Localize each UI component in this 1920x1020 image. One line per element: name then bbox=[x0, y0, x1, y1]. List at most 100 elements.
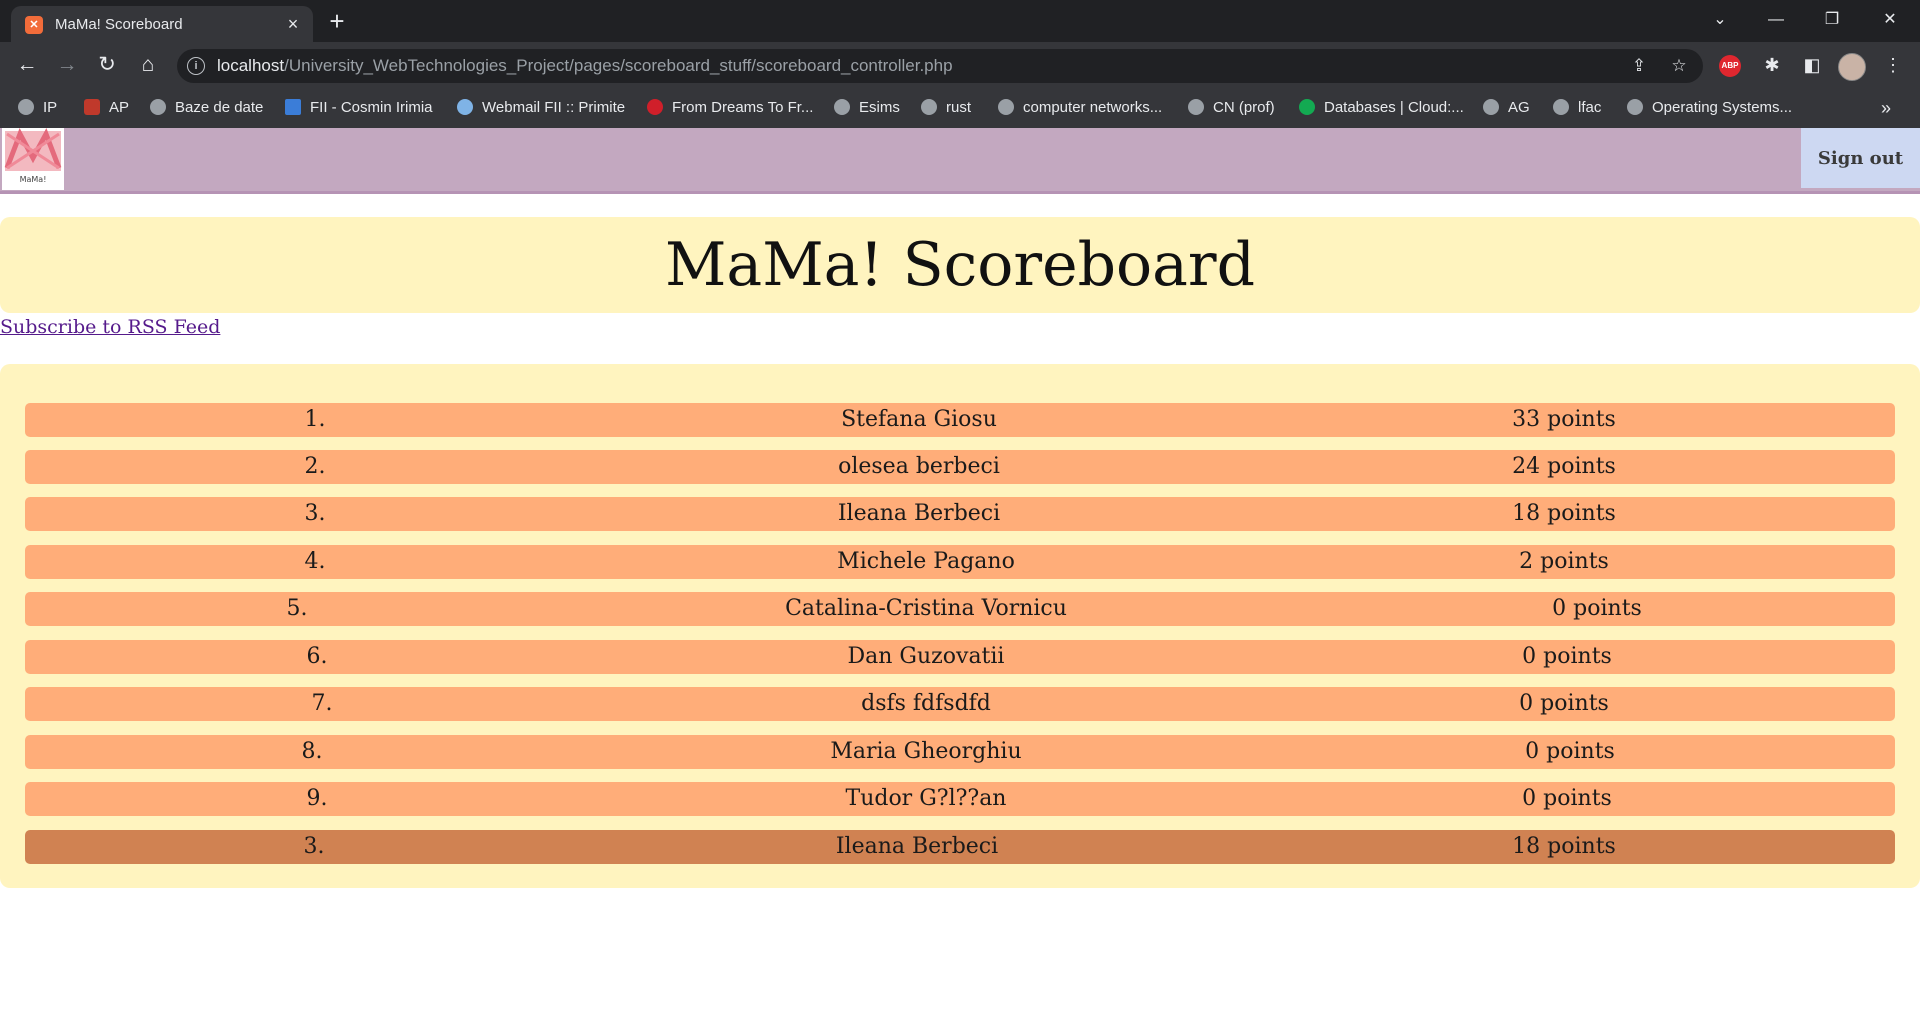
player-name: Ileana Berbeci bbox=[835, 834, 999, 859]
globe-icon bbox=[921, 99, 937, 115]
globe-icon bbox=[998, 99, 1014, 115]
scoreboard-row: 5. Catalina-Cristina Vornicu 0 points bbox=[25, 592, 1895, 626]
close-window-icon[interactable]: ✕ bbox=[1870, 5, 1910, 35]
rank: 3. bbox=[303, 834, 325, 859]
rank: 8. bbox=[301, 739, 323, 764]
bookmark-item[interactable]: Webmail FII :: Primite bbox=[457, 97, 625, 119]
bookmark-item[interactable]: FII - Cosmin Irimia bbox=[285, 97, 433, 119]
site-header: MaMa! Sign out bbox=[0, 128, 1920, 194]
bookmark-label: From Dreams To Fr... bbox=[672, 99, 814, 116]
bookmark-item[interactable]: From Dreams To Fr... bbox=[647, 97, 813, 119]
player-name: Dan Guzovatii bbox=[847, 644, 1005, 669]
player-name: Ileana Berbeci bbox=[837, 501, 1001, 526]
minimize-icon[interactable]: — bbox=[1756, 5, 1796, 35]
bookmark-item[interactable]: Operating Systems... bbox=[1627, 97, 1792, 119]
url-host: localhost bbox=[217, 56, 285, 75]
bookmark-label: AG bbox=[1508, 99, 1530, 116]
player-name: Stefana Giosu bbox=[841, 407, 997, 432]
mail-icon bbox=[457, 99, 473, 115]
home-icon[interactable]: ⌂ bbox=[133, 50, 163, 80]
rank: 6. bbox=[306, 644, 328, 669]
rank: 7. bbox=[311, 691, 333, 716]
scoreboard-row: 3. Ileana Berbeci 18 points bbox=[25, 497, 1895, 531]
rank: 4. bbox=[304, 549, 326, 574]
globe-icon bbox=[150, 99, 166, 115]
xampp-favicon-icon: ✕ bbox=[25, 16, 43, 34]
scoreboard-row: 1. Stefana Giosu 33 points bbox=[25, 403, 1895, 437]
browser-menu-icon[interactable]: ⋮ bbox=[1881, 53, 1905, 77]
rss-feed-link[interactable]: Subscribe to RSS Feed bbox=[0, 316, 220, 338]
close-tab-icon[interactable]: × bbox=[281, 12, 305, 36]
points: 33 points bbox=[1512, 407, 1616, 432]
bookmark-label: Esims bbox=[859, 99, 900, 116]
globe-icon bbox=[1483, 99, 1499, 115]
extensions-puzzle-icon[interactable]: ✱ bbox=[1760, 53, 1784, 77]
player-name: Tudor G?l??an bbox=[845, 786, 1007, 811]
points: 18 points bbox=[1512, 501, 1616, 526]
bookmark-label: Databases | Cloud:... bbox=[1324, 99, 1464, 116]
new-tab-icon[interactable]: + bbox=[324, 8, 350, 34]
tab-search-chevron-icon[interactable]: ⌄ bbox=[1700, 5, 1740, 35]
bookmark-label: FII - Cosmin Irimia bbox=[310, 99, 433, 116]
bookmark-label: rust bbox=[946, 99, 972, 116]
site-icon bbox=[647, 99, 663, 115]
bookmark-item[interactable]: CN (prof) bbox=[1188, 97, 1275, 119]
bookmark-star-icon[interactable]: ☆ bbox=[1667, 54, 1691, 78]
bookmark-item[interactable]: AG bbox=[1483, 97, 1530, 119]
browser-tab[interactable]: ✕ MaMa! Scoreboard × bbox=[11, 6, 313, 42]
bookmark-label: computer networks... bbox=[1023, 99, 1163, 116]
bookmark-item[interactable]: computer networks... bbox=[998, 97, 1162, 119]
adblock-plus-icon[interactable]: ABP bbox=[1719, 55, 1741, 77]
globe-icon bbox=[834, 99, 850, 115]
mama-logo[interactable]: MaMa! bbox=[2, 128, 64, 190]
page-content: MaMa! Sign out MaMa! Scoreboard Subscrib… bbox=[0, 128, 1920, 1020]
browser-toolbar: ← → ↻ ⌂ i localhost/University_WebTechno… bbox=[0, 42, 1920, 88]
bookmark-label: Baze de date bbox=[175, 99, 264, 116]
points: 18 points bbox=[1512, 834, 1616, 859]
profile-avatar[interactable] bbox=[1838, 53, 1866, 81]
bookmark-item[interactable]: Esims bbox=[834, 97, 900, 119]
url-text[interactable]: localhost/University_WebTechnologies_Pro… bbox=[217, 56, 953, 76]
player-name: Catalina-Cristina Vornicu bbox=[785, 596, 1067, 621]
points: 24 points bbox=[1512, 454, 1616, 479]
reload-icon[interactable]: ↻ bbox=[92, 50, 122, 80]
scoreboard-row: 4. Michele Pagano 2 points bbox=[25, 545, 1895, 579]
share-icon[interactable]: ⇪ bbox=[1627, 54, 1651, 78]
player-name: Michele Pagano bbox=[837, 549, 1015, 574]
logo-graphic: MaMa! bbox=[4, 128, 62, 184]
scoreboard-row: 7. dsfs fdfsdfd 0 points bbox=[25, 687, 1895, 721]
bookmark-label: Operating Systems... bbox=[1652, 99, 1793, 116]
bookmark-item[interactable]: rust bbox=[921, 97, 971, 119]
points: 0 points bbox=[1552, 596, 1642, 621]
bookmark-label: Webmail FII :: Primite bbox=[482, 99, 626, 116]
bookmark-item[interactable]: AP bbox=[84, 97, 129, 119]
rank: 2. bbox=[304, 454, 326, 479]
scoreboard-row: 2. olesea berbeci 24 points bbox=[25, 450, 1895, 484]
scoreboard-row: 6. Dan Guzovatii 0 points bbox=[25, 640, 1895, 674]
scoreboard-row: 9. Tudor G?l??an 0 points bbox=[25, 782, 1895, 816]
leaf-icon bbox=[1299, 99, 1315, 115]
back-arrow-icon[interactable]: ← bbox=[12, 50, 42, 80]
rank: 3. bbox=[304, 501, 326, 526]
address-bar[interactable]: i localhost/University_WebTechnologies_P… bbox=[177, 49, 1703, 83]
logo-text: MaMa! bbox=[20, 175, 47, 184]
bookmark-item[interactable]: IP bbox=[18, 97, 57, 119]
rank: 5. bbox=[286, 596, 308, 621]
page-title: MaMa! Scoreboard bbox=[664, 230, 1255, 300]
bookmark-item[interactable]: Baze de date bbox=[150, 97, 263, 119]
more-bookmarks-icon[interactable]: » bbox=[1881, 97, 1891, 119]
forward-arrow-icon[interactable]: → bbox=[52, 50, 82, 80]
points: 2 points bbox=[1519, 549, 1609, 574]
scoreboard-panel: 1. Stefana Giosu 33 points 2. olesea ber… bbox=[0, 364, 1920, 888]
site-info-icon[interactable]: i bbox=[187, 57, 205, 75]
player-name: Maria Gheorghiu bbox=[830, 739, 1022, 764]
bookmark-item[interactable]: Databases | Cloud:... bbox=[1299, 97, 1464, 119]
points: 0 points bbox=[1525, 739, 1615, 764]
bookmark-label: AP bbox=[109, 99, 130, 116]
bookmark-label: lfac bbox=[1578, 99, 1602, 116]
bookmark-item[interactable]: lfac bbox=[1553, 97, 1601, 119]
points: 0 points bbox=[1519, 691, 1609, 716]
side-panel-icon[interactable]: ◧ bbox=[1800, 53, 1824, 77]
sign-out-button[interactable]: Sign out bbox=[1801, 128, 1920, 188]
restore-icon[interactable]: ❐ bbox=[1812, 5, 1852, 35]
